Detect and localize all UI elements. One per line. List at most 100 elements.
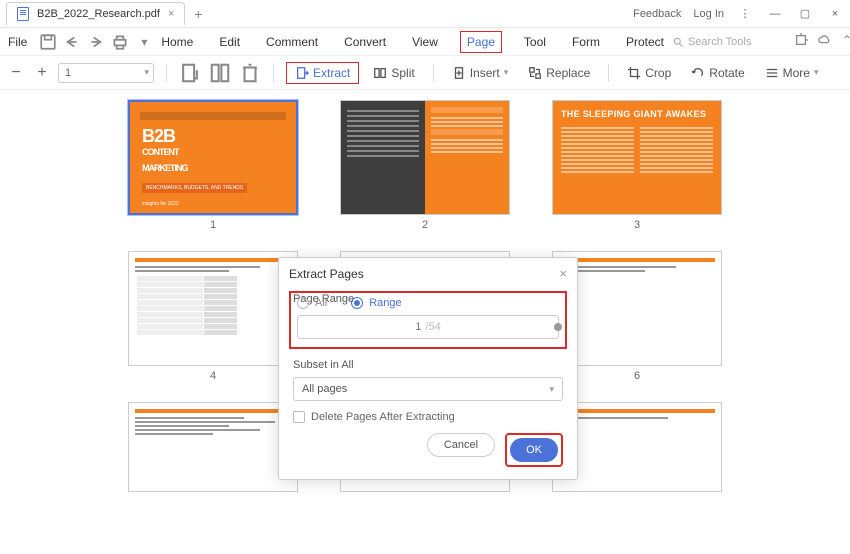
minimize-icon[interactable]: — bbox=[766, 5, 784, 23]
quick-access-toolbar: ▾ bbox=[39, 33, 153, 51]
save-icon[interactable] bbox=[39, 33, 57, 51]
p3-title: THE SLEEPING GIANT AWAKES bbox=[561, 109, 713, 119]
share-icon[interactable] bbox=[794, 33, 808, 50]
feedback-link[interactable]: Feedback bbox=[633, 8, 681, 20]
page-thumb-3[interactable]: THE SLEEPING GIANT AWAKES 3 bbox=[546, 100, 728, 231]
insert-button[interactable]: Insert ▾ bbox=[446, 62, 515, 84]
split-icon bbox=[373, 66, 387, 80]
radio-dot-icon bbox=[351, 297, 363, 309]
page-label: 6 bbox=[634, 370, 640, 382]
replace-button[interactable]: Replace bbox=[522, 62, 596, 84]
close-tab-icon[interactable]: × bbox=[168, 8, 174, 20]
range-value: 1 bbox=[415, 321, 421, 333]
tab-protect[interactable]: Protect bbox=[622, 31, 668, 53]
redo-icon[interactable] bbox=[87, 33, 105, 51]
rotate-button[interactable]: Rotate bbox=[685, 62, 750, 84]
header-right-icons: ⌃ bbox=[794, 33, 850, 50]
crop-icon bbox=[627, 66, 641, 80]
page-label: 1 bbox=[210, 219, 216, 231]
toolbar-divider bbox=[433, 64, 434, 82]
p1-line3: MARKETING bbox=[142, 160, 188, 176]
zoom-out-button[interactable]: − bbox=[8, 64, 24, 82]
rotate-label: Rotate bbox=[709, 66, 744, 80]
tab-form[interactable]: Form bbox=[568, 31, 604, 53]
tab-edit[interactable]: Edit bbox=[215, 31, 244, 53]
menu-bar: File ▾ Home Edit Comment Convert View Pa… bbox=[0, 28, 850, 56]
maximize-icon[interactable]: ▢ bbox=[796, 5, 814, 23]
radio-range-label: Range bbox=[369, 297, 401, 309]
page-number-input[interactable]: 1 bbox=[58, 63, 154, 83]
radio-all-label: All bbox=[315, 297, 327, 309]
search-tools[interactable]: Search Tools bbox=[672, 36, 782, 48]
page-thumb-1[interactable]: B2B CONTENT MARKETING BENCHMARKS, BUDGET… bbox=[122, 100, 304, 231]
delete-page-icon[interactable] bbox=[239, 62, 261, 84]
insert-blank-icon[interactable] bbox=[179, 62, 201, 84]
document-filename: B2B_2022_Research.pdf bbox=[37, 8, 160, 20]
insert-label: Insert bbox=[470, 66, 500, 80]
cancel-button[interactable]: Cancel bbox=[427, 433, 495, 457]
undo-icon[interactable] bbox=[63, 33, 81, 51]
ok-button[interactable]: OK bbox=[510, 438, 558, 462]
page-thumb-7[interactable] bbox=[122, 402, 304, 492]
tab-tool[interactable]: Tool bbox=[520, 31, 550, 53]
checkbox-icon bbox=[293, 411, 305, 423]
page-toolbar: − + 1 Extract Split Insert ▾ Replace Cro… bbox=[0, 56, 850, 90]
page-thumbnails-area: B2B CONTENT MARKETING BENCHMARKS, BUDGET… bbox=[0, 90, 850, 554]
split-button[interactable]: Split bbox=[367, 62, 420, 84]
radio-all[interactable]: All bbox=[297, 297, 327, 309]
more-label: More bbox=[783, 66, 810, 80]
collapse-ribbon-icon[interactable]: ⌃ bbox=[842, 33, 850, 50]
subset-select[interactable]: All pages bbox=[293, 377, 563, 401]
p1-foot: insights for 2022 bbox=[142, 201, 179, 207]
page-range-input[interactable]: 1 /54 bbox=[297, 315, 559, 339]
cloud-icon[interactable] bbox=[818, 33, 832, 50]
dialog-title: Extract Pages bbox=[289, 267, 364, 281]
extract-label: Extract bbox=[313, 66, 350, 80]
menu-dots-icon[interactable]: ⋮ bbox=[736, 5, 754, 23]
crop-label: Crop bbox=[645, 66, 671, 80]
delete-after-checkbox[interactable]: Delete Pages After Extracting bbox=[293, 411, 563, 423]
close-window-icon[interactable]: × bbox=[826, 5, 844, 23]
extract-pages-dialog: Extract Pages × Page Range All Range bbox=[278, 257, 578, 480]
page-layout-icon[interactable] bbox=[209, 62, 231, 84]
page-label: 3 bbox=[634, 219, 640, 231]
page-thumb-2[interactable]: 2 bbox=[334, 100, 516, 231]
radio-range[interactable]: Range bbox=[351, 297, 401, 309]
login-link[interactable]: Log In bbox=[693, 8, 724, 20]
file-menu[interactable]: File bbox=[8, 35, 27, 49]
p1-line1: B2B bbox=[142, 128, 188, 144]
tab-convert[interactable]: Convert bbox=[340, 31, 390, 53]
title-bar: B2B_2022_Research.pdf × + Feedback Log I… bbox=[0, 0, 850, 28]
extract-button[interactable]: Extract bbox=[286, 62, 359, 84]
close-dialog-icon[interactable]: × bbox=[559, 266, 567, 281]
zoom-in-button[interactable]: + bbox=[34, 64, 50, 82]
tab-home[interactable]: Home bbox=[157, 31, 197, 53]
document-tab[interactable]: B2B_2022_Research.pdf × bbox=[6, 2, 185, 25]
toolbar-divider bbox=[273, 64, 274, 82]
page-number-value: 1 bbox=[65, 67, 71, 79]
print-icon[interactable] bbox=[111, 33, 129, 51]
tab-view[interactable]: View bbox=[408, 31, 442, 53]
delete-after-label: Delete Pages After Extracting bbox=[311, 411, 455, 423]
more-button[interactable]: More ▾ bbox=[759, 62, 825, 84]
more-icon bbox=[765, 66, 779, 80]
chevron-down-icon: ▾ bbox=[814, 67, 819, 78]
ok-highlight: OK bbox=[505, 433, 563, 467]
crop-button[interactable]: Crop bbox=[621, 62, 677, 84]
toolbar-divider bbox=[166, 64, 167, 82]
page-thumb-4[interactable]: 4 bbox=[122, 251, 304, 382]
qat-dropdown-icon[interactable]: ▾ bbox=[135, 33, 153, 51]
document-icon bbox=[17, 7, 29, 21]
tab-comment[interactable]: Comment bbox=[262, 31, 322, 53]
range-total: /54 bbox=[425, 321, 440, 333]
subset-value: All pages bbox=[302, 383, 347, 395]
rotate-icon bbox=[691, 66, 705, 80]
drag-handle-icon[interactable] bbox=[554, 323, 562, 331]
tab-page[interactable]: Page bbox=[460, 31, 502, 53]
page-label: 4 bbox=[210, 370, 216, 382]
page-label: 2 bbox=[422, 219, 428, 231]
insert-icon bbox=[452, 66, 466, 80]
search-placeholder: Search Tools bbox=[688, 36, 751, 48]
chevron-down-icon: ▾ bbox=[504, 67, 509, 78]
add-tab-button[interactable]: + bbox=[189, 5, 207, 23]
